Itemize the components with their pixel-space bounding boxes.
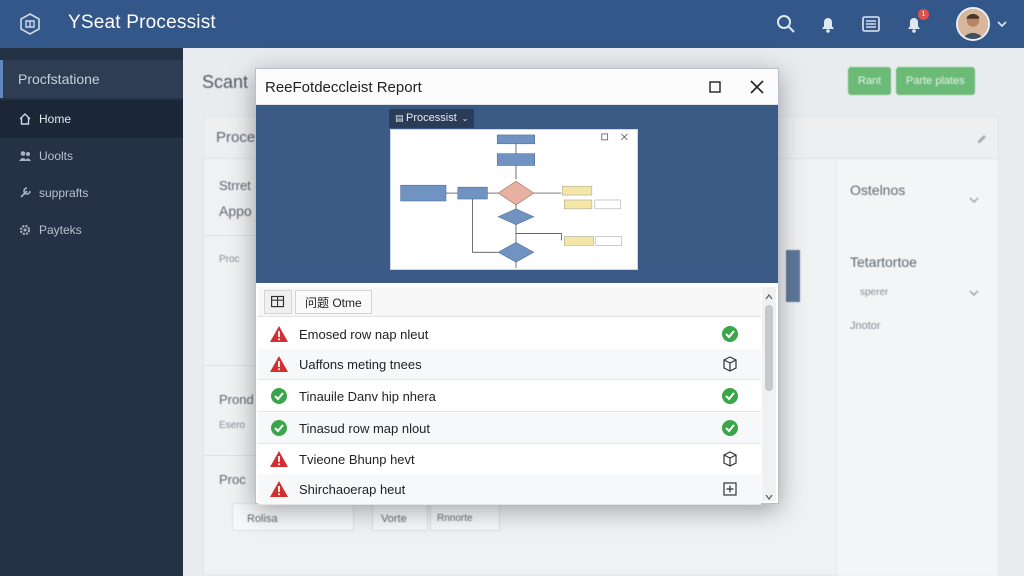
secondary-button[interactable]: Parte plates bbox=[896, 67, 975, 95]
check-circle-icon[interactable] bbox=[721, 325, 739, 343]
sidebar-item-settings[interactable]: Payteks bbox=[0, 211, 183, 249]
check-circle-icon bbox=[269, 387, 289, 405]
dialog-titlebar[interactable]: ReeFotdeccleist Report bbox=[256, 69, 778, 105]
right-column bbox=[836, 160, 998, 576]
table-icon[interactable] bbox=[264, 290, 292, 314]
sidebar: Procfstatione Home Uoolts supprafts Payt… bbox=[0, 48, 183, 576]
warning-icon bbox=[269, 355, 289, 373]
dialog-title: ReeFotdeccleist Report bbox=[265, 79, 422, 96]
preview-tab[interactable]: ▤ Processist ⌄ bbox=[389, 109, 475, 128]
field-label: Prond bbox=[219, 392, 254, 407]
list-toolbar: 问题 Otme bbox=[258, 287, 761, 317]
app-title: YSeat Processist bbox=[68, 12, 216, 33]
diagram-preview: ▤ Processist ⌄ bbox=[256, 105, 778, 283]
right-section-title: Ostelnos bbox=[850, 182, 906, 198]
check-circle-icon bbox=[269, 419, 289, 437]
scroll-down-icon[interactable] bbox=[764, 489, 774, 501]
top-bar: YSeat Processist 1 bbox=[0, 0, 1024, 48]
scrollbar[interactable] bbox=[762, 287, 776, 501]
bottom-button-label: Rnnorte bbox=[437, 513, 473, 524]
issue-list: 问题 Otme Emosed row nap nleut Uaffons meti… bbox=[256, 283, 778, 505]
app-logo-icon bbox=[18, 12, 42, 36]
list-item-label: Tinasud row map nlout bbox=[299, 421, 431, 436]
right-item: sperer bbox=[860, 287, 889, 298]
list-item[interactable]: Tvieone Bhunp hevt bbox=[258, 444, 761, 475]
field-label: Proc bbox=[219, 472, 246, 487]
add-box-icon[interactable] bbox=[721, 480, 739, 498]
field-label: Strret bbox=[219, 178, 251, 193]
sidebar-item-label: supprafts bbox=[39, 186, 89, 200]
chevron-down-icon[interactable] bbox=[996, 17, 1008, 29]
warning-icon bbox=[269, 450, 289, 468]
bottom-button-label: Rolisa bbox=[247, 513, 278, 525]
sidebar-item-label: Uoolts bbox=[39, 149, 74, 163]
thumbnail bbox=[786, 250, 800, 302]
sidebar-header-label: Procfstatione bbox=[18, 71, 100, 87]
check-circle-icon[interactable] bbox=[721, 387, 739, 405]
sidebar-header[interactable]: Procfstatione bbox=[0, 60, 183, 98]
list-item-label: Shirchaoerap heut bbox=[299, 482, 406, 497]
list-item[interactable]: Emosed row nap nleut bbox=[258, 319, 761, 350]
chevron-down-icon: ⌄ bbox=[461, 114, 469, 123]
cube-icon[interactable] bbox=[721, 450, 739, 468]
users-icon bbox=[18, 149, 32, 163]
scroll-up-icon[interactable] bbox=[764, 289, 774, 300]
sidebar-item-users[interactable]: Uoolts bbox=[0, 137, 183, 175]
bottom-button-label: Vorte bbox=[381, 513, 407, 525]
sidebar-item-label: Payteks bbox=[39, 223, 82, 237]
list-icon[interactable] bbox=[860, 13, 882, 35]
list-item[interactable]: Tinasud row map nlout bbox=[258, 413, 761, 444]
chevron-down-icon[interactable] bbox=[968, 193, 980, 205]
page-title: Scant bbox=[202, 72, 249, 92]
sidebar-item-supports[interactable]: supprafts bbox=[0, 174, 183, 212]
check-circle-icon[interactable] bbox=[721, 419, 739, 437]
tools-icon bbox=[18, 186, 32, 200]
right-item: Jnotor bbox=[850, 320, 881, 332]
list-item[interactable]: Shirchaoerap heut bbox=[258, 474, 761, 505]
warning-icon bbox=[269, 480, 289, 498]
list-item-label: Tinauile Danv hip nhera bbox=[299, 389, 436, 404]
gear-icon bbox=[18, 223, 32, 237]
maximize-icon[interactable] bbox=[705, 77, 725, 97]
avatar[interactable] bbox=[956, 7, 990, 41]
list-item-label: Emosed row nap nleut bbox=[299, 327, 429, 342]
field-label: Appo bbox=[219, 203, 252, 219]
notification-badge: 1 bbox=[918, 9, 929, 20]
report-dialog: ReeFotdeccleist Report ▤ Processist ⌄ 问题… bbox=[255, 68, 779, 505]
warning-icon bbox=[269, 325, 289, 343]
edit-icon[interactable] bbox=[976, 132, 988, 144]
flowchart-diagram bbox=[390, 129, 638, 270]
scroll-thumb[interactable] bbox=[765, 305, 773, 391]
search-icon[interactable] bbox=[775, 13, 797, 35]
filter-tab[interactable]: 问题 Otme bbox=[295, 290, 372, 314]
field-label: Proc bbox=[219, 254, 240, 265]
file-icon: ▤ bbox=[395, 113, 407, 123]
bell-icon[interactable] bbox=[817, 13, 839, 35]
cube-icon[interactable] bbox=[721, 355, 739, 373]
field-label: Esero bbox=[219, 420, 246, 431]
home-icon bbox=[18, 112, 32, 126]
sidebar-item-label: Home bbox=[39, 112, 72, 126]
chevron-down-icon[interactable] bbox=[968, 286, 980, 298]
list-item-label: Uaffons meting tnees bbox=[299, 357, 422, 372]
panel-title: Proce bbox=[216, 129, 256, 146]
list-item-label: Tvieone Bhunp hevt bbox=[299, 452, 415, 467]
primary-button[interactable]: Rant bbox=[848, 67, 892, 95]
preview-tab-label: Processist bbox=[406, 112, 457, 124]
list-item[interactable]: Tinauile Danv hip nhera bbox=[258, 381, 761, 412]
list-item[interactable]: Uaffons meting tnees bbox=[258, 349, 761, 380]
sidebar-item-home[interactable]: Home bbox=[0, 100, 183, 138]
right-section-title: Tetartortoe bbox=[850, 254, 917, 270]
close-icon[interactable] bbox=[747, 77, 767, 97]
